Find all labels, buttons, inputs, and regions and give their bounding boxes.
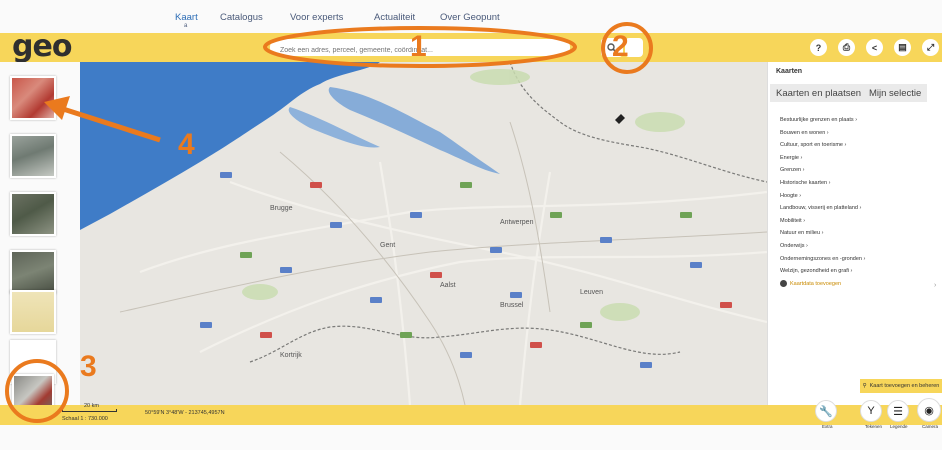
map-canvas[interactable]: Brugge Antwerpen Gent Brussel Aalst Kort… (80, 62, 767, 405)
app-window: Kaart Catalogus Voor experts Actualiteit… (0, 0, 942, 450)
layer-category-item[interactable]: Landbouw, visserij en platteland › (780, 202, 935, 215)
basemap-thumb-3[interactable] (10, 192, 56, 236)
geopunt-logo[interactable]: geo (12, 29, 72, 64)
tools-label: Extra (822, 424, 833, 429)
fullscreen-icon[interactable]: ⤢ (922, 39, 939, 56)
wrench-icon: 🔧 (819, 405, 833, 418)
add-data-link[interactable]: Kaartdata toevoegen (780, 278, 935, 291)
top-navigation: Kaart Catalogus Voor experts Actualiteit… (0, 0, 942, 33)
legend-label: Legende (890, 424, 908, 429)
annotation-number-3: 3 (80, 350, 97, 383)
nav-item-actualiteit[interactable]: Actualiteit (374, 12, 415, 23)
city-label-leuven: Leuven (580, 289, 603, 296)
help-icon[interactable]: ? (810, 39, 827, 56)
map-graphic: Brugge Antwerpen Gent Brussel Aalst Kort… (80, 62, 767, 405)
layer-category-item[interactable]: Ondernemingszones en -gronden › (780, 253, 935, 266)
tools-button[interactable]: 🔧 (815, 400, 837, 422)
search-small-icon: ⚲ (862, 383, 867, 389)
camera-label: Camera (922, 424, 939, 429)
tab-kaarten[interactable]: Kaarten en plaatsen (770, 84, 868, 102)
annotation-number-4: 4 (178, 128, 195, 161)
bookmark-icon[interactable]: ▤ (894, 39, 911, 56)
panel-expand-arrow[interactable]: › (934, 282, 936, 289)
layer-category-item[interactable]: Onderwijs › (780, 240, 935, 253)
print-icon[interactable]: ⎙ (838, 39, 855, 56)
layer-category-item[interactable]: Bouwen en wonen › (780, 127, 935, 140)
layer-category-item[interactable]: Historische kaarten › (780, 177, 935, 190)
basemap-thumb-5[interactable] (10, 290, 56, 334)
add-data-icon (780, 279, 787, 287)
city-label-gent: Gent (380, 242, 395, 249)
background-map-rail (0, 62, 80, 414)
layer-category-item[interactable]: Welzijn, gezondheid en grafi › (780, 265, 935, 278)
nav-item-catalogus[interactable]: Catalogus (220, 12, 263, 23)
layer-category-item[interactable]: Cultuur, sport en toerisme › (780, 139, 935, 152)
city-label-brussel: Brussel (500, 302, 524, 309)
tab-mijn-selectie[interactable]: Mijn selectie (863, 84, 928, 102)
layer-category-item[interactable]: Mobiliteit › (780, 215, 935, 228)
nav-item-over[interactable]: Over Geopunt (440, 12, 500, 23)
panel-title: Kaarten (776, 68, 803, 75)
layer-category-item[interactable]: Energie › (780, 152, 935, 165)
list-icon: ☰ (893, 405, 903, 418)
city-label-brugge: Brugge (270, 205, 293, 212)
camera-icon: ◉ (924, 404, 934, 417)
scale-bar (62, 409, 117, 412)
nav-sub-label: a (184, 23, 188, 29)
annotation-number-1: 1 (410, 30, 427, 63)
draw-label: Tekenen (865, 424, 883, 429)
scale-text: Schaal 1 : 730.000 (62, 416, 108, 422)
nav-item-experts[interactable]: Voor experts (290, 12, 343, 23)
camera-button[interactable]: ◉ (917, 398, 941, 422)
manage-maps-label: Kaart toevoegen en beheren (869, 383, 940, 389)
layer-category-item[interactable]: Hoogte › (780, 190, 935, 203)
nav-item-kaart[interactable]: Kaart (175, 12, 198, 23)
annotation-number-2: 2 (612, 30, 629, 63)
legend-button[interactable]: ☰ (887, 400, 909, 422)
city-label-kortrijk: Kortrijk (280, 352, 302, 359)
layer-category-item[interactable]: Grenzen › (780, 164, 935, 177)
add-data-label: Kaartdata toevoegen (790, 280, 842, 287)
city-label-aalst: Aalst (440, 282, 456, 289)
scale-bar-label: 20 km (84, 403, 99, 409)
layer-category-list: Bestuurlijke grenzen en plaats › Bouwen … (780, 114, 935, 290)
draw-icon: Y (867, 405, 875, 417)
header-bar: geo ? ⎙ < ▤ ⤢ (0, 29, 942, 64)
basemap-thumb-2[interactable] (10, 134, 56, 178)
basemap-thumb-4[interactable] (10, 250, 56, 294)
coordinates-readout: 50°59'N 3°48'W - 213745,4957N (145, 410, 225, 416)
status-bar: 20 km Schaal 1 : 730.000 50°59'N 3°48'W … (0, 403, 942, 425)
share-icon[interactable]: < (866, 39, 883, 56)
basemap-thumb-1[interactable] (10, 76, 56, 120)
layer-category-item[interactable]: Bestuurlijke grenzen en plaats › (780, 114, 935, 127)
city-label-antwerpen: Antwerpen (500, 219, 534, 226)
draw-button[interactable]: Y (860, 400, 882, 422)
layer-category-item[interactable]: Natuur en milieu › (780, 227, 935, 240)
manage-maps-button[interactable]: ⚲ Kaart toevoegen en beheren (860, 379, 942, 393)
layers-panel: Kaarten Kaarten en plaatsen Mijn selecti… (767, 62, 942, 405)
